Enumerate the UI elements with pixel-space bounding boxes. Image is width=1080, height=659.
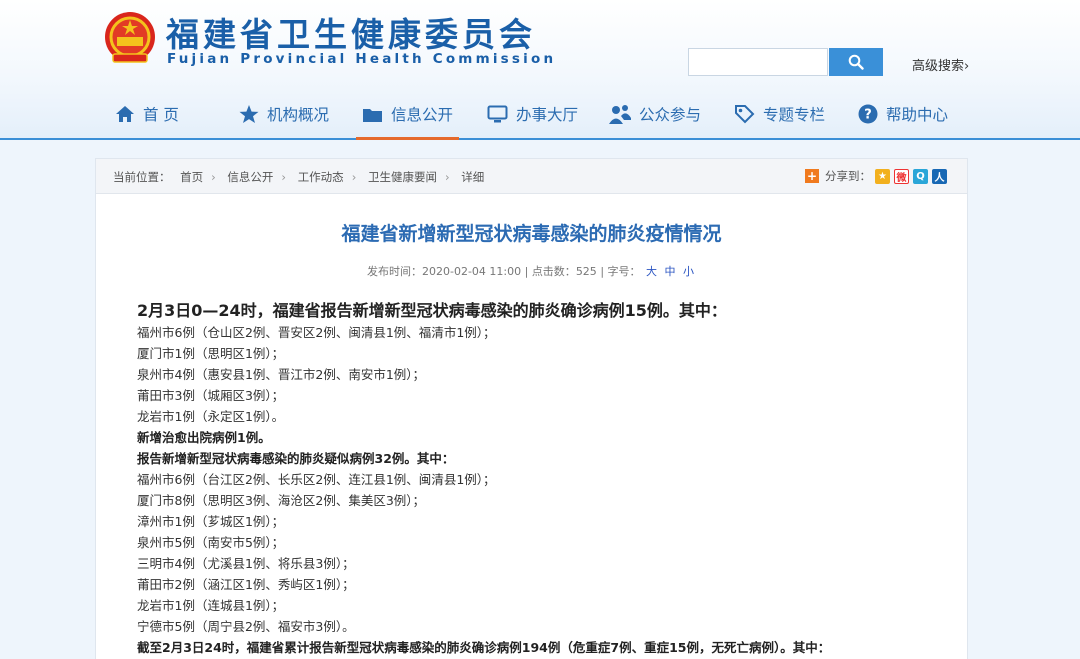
font-size-large[interactable]: 大 (646, 265, 657, 278)
breadcrumb-item-home[interactable]: 首页 (180, 170, 203, 184)
tencent-weibo-icon[interactable]: Q (913, 168, 928, 184)
home-icon (116, 106, 134, 122)
article-paragraph: 报告新增新型冠状病毒感染的肺炎疑似病例32例。其中： (137, 451, 455, 466)
meta-divider: | (524, 265, 532, 278)
breadcrumb-separator: › (281, 170, 287, 184)
publish-time: 2020-02-04 11:00 (421, 265, 522, 278)
article-paragraph: 泉州市4例（惠安县1例、晋江市2例、南安市1例）； (137, 367, 426, 382)
search-input[interactable] (688, 48, 828, 76)
article-paragraph: 龙岩市1例（永定区1例）。 (137, 409, 285, 424)
breadcrumb-separator: › (211, 170, 216, 184)
article-panel: 当前位置： 首页 › 信息公开 › 工作动态 › 卫生健康要闻 › 详细 + 分享到： … (95, 158, 968, 659)
qzone-icon[interactable]: ★ (875, 168, 890, 184)
monitor-icon (487, 105, 508, 122)
nav-item-service-hall[interactable]: 办事大厅 (487, 90, 578, 138)
font-size-medium[interactable]: 中 (665, 265, 676, 278)
nav-label: 信息公开 (391, 106, 454, 124)
svg-text:?: ? (864, 108, 872, 123)
share-plus-icon[interactable]: + (805, 169, 819, 183)
font-size-small[interactable]: 小 (683, 265, 694, 278)
nav-label: 公众参与 (639, 106, 702, 124)
article-paragraph: 漳州市1例（芗城区1例）； (137, 514, 285, 529)
nav-label: 专题专栏 (763, 106, 826, 124)
breadcrumb-item-detail: 详细 (461, 170, 485, 184)
tag-icon (735, 105, 755, 124)
breadcrumb-separator: › (444, 170, 450, 184)
breadcrumb-prefix: 当前位置： (113, 170, 171, 184)
site-header: 福建省卫生健康委员会 Fujian Provincial Health Comm… (0, 0, 1080, 140)
article-paragraph: 莆田市3例（城厢区3例）； (137, 388, 285, 403)
breadcrumb-item-info[interactable]: 信息公开 (227, 170, 273, 184)
nav-item-home[interactable]: 首 页 (115, 90, 179, 138)
article-meta: 发布时间：2020-02-04 11:00 | 点击数：525 | 字号： 大 … (96, 263, 967, 279)
site-subtitle: Fujian Provincial Health Commission (167, 51, 557, 67)
article-paragraph: 厦门市8例（思明区3例、海沧区2例、集美区3例）； (137, 493, 426, 508)
publish-label: 发布时间： (366, 265, 422, 278)
nav-item-public-participation[interactable]: 公众参与 (609, 90, 701, 138)
breadcrumb-item-work[interactable]: 工作动态 (298, 170, 344, 184)
renren-icon[interactable]: 人 (932, 168, 947, 184)
breadcrumb: 当前位置： 首页 › 信息公开 › 工作动态 › 卫生健康要闻 › 详细 (113, 169, 490, 185)
article-paragraph: 泉州市5例（南安市5例）； (137, 535, 285, 550)
advanced-search-link[interactable]: 高级搜索› (912, 55, 969, 74)
font-size-label: 字号： (607, 265, 641, 278)
site-title[interactable]: 福建省卫生健康委员会 (166, 8, 536, 56)
article-paragraph: 三明市4例（尤溪县1例、将乐县3例）； (137, 556, 355, 571)
article-paragraph: 福州市6例（台江区2例、长乐区2例、连江县1例、闽清县1例）； (137, 472, 496, 487)
folder-icon (363, 108, 382, 122)
nav-label: 办事大厅 (516, 106, 579, 124)
weibo-icon[interactable]: 微 (894, 168, 909, 184)
breadcrumb-bar: 当前位置： 首页 › 信息公开 › 工作动态 › 卫生健康要闻 › 详细 + 分享到： … (96, 159, 967, 194)
nav-label: 帮助中心 (886, 106, 949, 124)
article-paragraph: 莆田市2例（涵江区1例、秀屿区1例）； (137, 577, 355, 592)
main-nav: 首 页 机构概况 信息公开 办事大厅 公众参与 专题专栏 ? 帮助中心 (0, 90, 1080, 140)
search-button[interactable] (829, 48, 883, 76)
search-icon (848, 54, 864, 70)
help-icon: ? (858, 104, 878, 124)
article-paragraph: 新增治愈出院病例1例。 (137, 430, 271, 445)
meta-divider: | (600, 265, 608, 278)
article-paragraph: 截至2月3日24时，福建省累计报告新型冠状病毒感染的肺炎确诊病例194例（危重症… (137, 640, 831, 655)
nav-item-special-topics[interactable]: 专题专栏 (734, 90, 825, 138)
article-paragraph: 福州市6例（仓山区2例、晋安区2例、闽清县1例、福清市1例）； (137, 325, 496, 340)
share-bar: + 分享到： ★ 微 Q 人 (805, 168, 947, 184)
share-label: 分享到： (825, 169, 871, 183)
clicks-label: 点击数： (531, 265, 576, 278)
nav-item-about[interactable]: 机构概况 (239, 90, 329, 138)
nav-item-help-center[interactable]: ? 帮助中心 (858, 90, 948, 138)
nav-item-info-disclosure[interactable]: 信息公开 (355, 90, 460, 140)
nav-label: 机构概况 (267, 106, 330, 124)
article-paragraph: 宁德市5例（周宁县2例、福安市3例）。 (137, 619, 355, 634)
article-body: 2月3日0—24时，福建省报告新增新型冠状病毒感染的肺炎确诊病例15例。其中： 福… (137, 299, 957, 658)
breadcrumb-item-news[interactable]: 卫生健康要闻 (368, 170, 437, 184)
article-paragraph: 龙岩市1例（连城县1例）； (137, 598, 285, 613)
nav-label: 首 页 (143, 106, 179, 124)
breadcrumb-separator: › (351, 170, 357, 184)
click-count: 525 (575, 265, 597, 278)
article-paragraph: 2月3日0—24时，福建省报告新增新型冠状病毒感染的肺炎确诊病例15例。其中： (137, 301, 727, 320)
people-icon (609, 105, 631, 124)
article-title: 福建省新增新型冠状病毒感染的肺炎疫情情况 (341, 223, 722, 245)
article-paragraph: 厦门市1例（思明区1例）； (137, 346, 285, 361)
star-icon (239, 104, 259, 123)
national-emblem-icon (105, 12, 155, 63)
